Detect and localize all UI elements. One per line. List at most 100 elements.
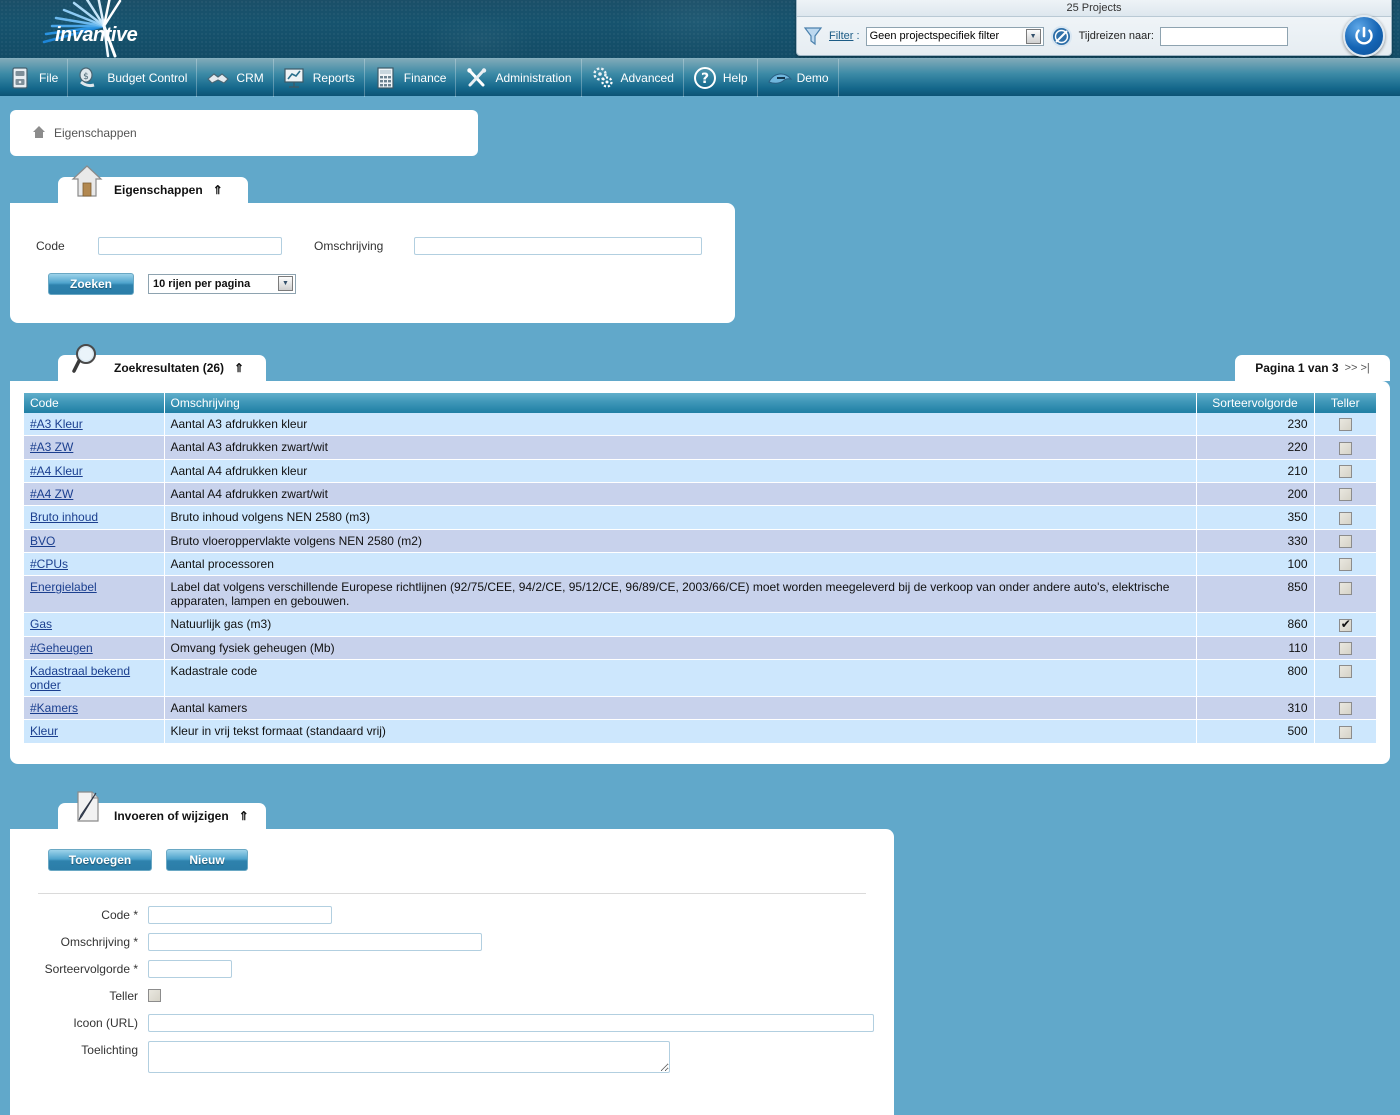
table-row[interactable]: #A4 KleurAantal A4 afdrukken kleur210 [24,459,1376,482]
chevron-up-icon[interactable]: ⇑ [234,361,244,375]
code-link[interactable]: #CPUs [30,557,68,571]
rows-per-page-select[interactable]: 10 rijen per pagina ▼ [148,274,296,294]
nav-label: Administration [495,71,571,85]
teller-checkbox[interactable] [1339,535,1352,548]
nav-item-advanced[interactable]: Advanced [582,59,684,97]
teller-checkbox[interactable] [1339,465,1352,478]
code-link[interactable]: #A4 ZW [30,487,73,501]
teller-checkbox[interactable] [1339,726,1352,739]
table-row[interactable]: #A4 ZWAantal A4 afdrukken zwart/wit200 [24,482,1376,505]
pagination[interactable]: Pagina 1 van 3 >> >| [1235,355,1390,381]
table-row[interactable]: #A3 ZWAantal A3 afdrukken zwart/wit220 [24,436,1376,459]
chevron-down-icon[interactable]: ▼ [278,276,293,291]
chevron-up-icon[interactable]: ⇑ [239,809,249,823]
code-input[interactable] [98,237,282,255]
form-field-input[interactable] [148,906,332,924]
search-panel-tab[interactable]: Eigenschappen ⇑ [58,177,248,203]
teller-checkbox-input[interactable] [148,989,161,1002]
nav-item-demo[interactable]: Demo [758,59,839,97]
form-field-input[interactable] [148,933,482,951]
nieuw-button[interactable]: Nieuw [166,849,248,871]
form-row: Code * [30,906,874,924]
teller-checkbox[interactable] [1339,642,1352,655]
toelichting-textarea[interactable] [148,1041,670,1073]
table-row[interactable]: EnergielabelLabel dat volgens verschille… [24,576,1376,613]
teller-checkbox[interactable] [1339,702,1352,715]
chevron-up-icon[interactable]: ⇑ [213,183,223,197]
filter-label[interactable]: Filter : [829,30,860,42]
zoeken-button[interactable]: Zoeken [48,273,134,295]
pagination-last-button[interactable]: >| [1360,362,1369,374]
nav-item-administration[interactable]: Administration [456,59,581,97]
nav-item-file[interactable]: File [0,59,68,97]
cell-code: #A4 ZW [24,482,164,505]
code-link[interactable]: Kadastraal bekend onder [30,664,130,692]
cell-teller [1314,482,1376,505]
cell-omschrijving: Aantal kamers [164,696,1196,719]
form-row: Teller [30,987,874,1005]
server-cabinet-icon [9,66,31,90]
chevron-down-icon[interactable]: ▼ [1026,29,1041,44]
pagination-next-button[interactable]: >> [1345,362,1358,374]
toevoegen-button[interactable]: Toevoegen [48,849,152,871]
code-link[interactable]: #Geheugen [30,641,93,655]
table-row[interactable]: #KamersAantal kamers310 [24,696,1376,719]
project-filter-select[interactable]: Geen projectspecifiek filter ▼ [866,27,1044,46]
code-link[interactable]: #A3 ZW [30,440,73,454]
breadcrumb: Eigenschappen [10,110,478,156]
teller-checkbox[interactable] [1339,665,1352,678]
form-field-input[interactable] [148,960,232,978]
table-row[interactable]: Bruto inhoud Bruto inhoud volgens NEN 258… [24,506,1376,529]
cell-omschrijving: Bruto inhoud volgens NEN 2580 (m3) [164,506,1196,529]
header-panel: 25 Projects Filter : Geen projectspecifi… [796,0,1392,56]
code-link[interactable]: Kleur [30,724,58,738]
results-panel-tab[interactable]: Zoekresultaten (26) ⇑ [58,355,266,381]
power-icon[interactable] [1343,15,1385,57]
form-field-input[interactable] [148,1014,874,1032]
teller-checkbox[interactable] [1339,582,1352,595]
teller-checkbox[interactable] [1339,619,1352,632]
column-header-sorteervolgorde[interactable]: Sorteervolgorde [1196,393,1314,413]
table-row[interactable]: #CPUsAantal processoren100 [24,552,1376,575]
cell-code: Kadastraal bekend onder [24,659,164,696]
nav-item-budget-control[interactable]: $ Budget Control [68,59,197,97]
nav-label: Budget Control [107,71,187,85]
code-link[interactable]: Energielabel [30,580,97,594]
timetravel-input[interactable] [1160,27,1288,46]
table-row[interactable]: #A3 KleurAantal A3 afdrukken kleur230 [24,413,1376,436]
teller-checkbox[interactable] [1339,512,1352,525]
column-header-omschrijving[interactable]: Omschrijving [164,393,1196,413]
main-navbar[interactable]: File $ Budget Control CRM R [0,58,1400,96]
dolphin-icon [767,66,789,90]
table-row[interactable]: GasNatuurlijk gas (m3)860 [24,613,1376,636]
table-row[interactable]: #GeheugenOmvang fysiek geheugen (Mb)110 [24,636,1376,659]
teller-checkbox[interactable] [1339,488,1352,501]
table-row[interactable]: Kadastraal bekend onderKadastrale code80… [24,659,1376,696]
code-link[interactable]: #A3 Kleur [30,417,83,431]
table-row[interactable]: KleurKleur in vrij tekst formaat (standa… [24,720,1376,743]
column-header-code[interactable]: Code [24,393,164,413]
cell-sorteervolgorde: 350 [1196,506,1314,529]
cell-omschrijving: Bruto vloeroppervlakte volgens NEN 2580 … [164,529,1196,552]
nav-item-reports[interactable]: Reports [274,59,365,97]
code-link[interactable]: #Kamers [30,701,78,715]
nav-item-finance[interactable]: Finance [365,59,457,97]
table-row[interactable]: BVO Bruto vloeroppervlakte volgens NEN 25… [24,529,1376,552]
teller-checkbox[interactable] [1339,418,1352,431]
column-header-teller[interactable]: Teller [1314,393,1376,413]
home-icon[interactable] [32,125,46,142]
edit-panel-tab[interactable]: Invoeren of wijzigen ⇑ [58,803,266,829]
nav-item-crm[interactable]: CRM [197,59,273,97]
edit-panel-body: Toevoegen Nieuw Code *Omschrijving *Sort… [10,829,894,1115]
edit-form: Code *Omschrijving *Sorteervolgorde *Tel… [30,906,874,1073]
code-link[interactable]: Bruto inhoud [30,510,98,524]
code-link[interactable]: BVO [30,534,55,548]
teller-checkbox[interactable] [1339,558,1352,571]
cell-code: Bruto inhoud [24,506,164,529]
code-link[interactable]: Gas [30,617,52,631]
teller-checkbox[interactable] [1339,442,1352,455]
cell-sorteervolgorde: 330 [1196,529,1314,552]
nav-item-help[interactable]: ? Help [684,59,758,97]
omschrijving-input[interactable] [414,237,702,255]
code-link[interactable]: #A4 Kleur [30,464,83,478]
